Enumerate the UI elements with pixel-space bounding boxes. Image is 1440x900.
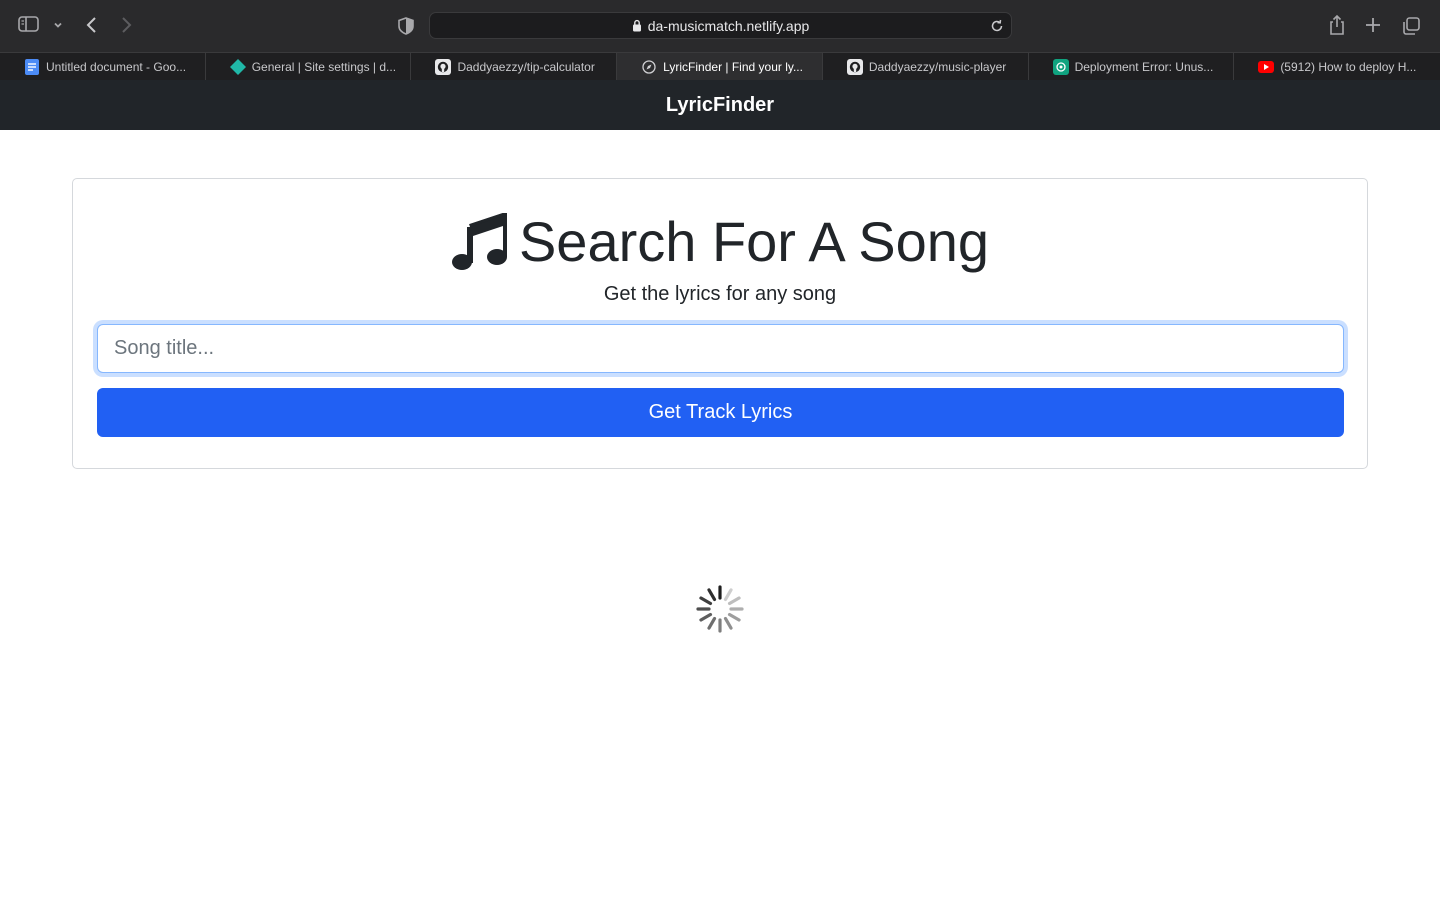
tab-chatgpt[interactable]: Deployment Error: Unus... (1029, 53, 1235, 81)
compass-icon (641, 59, 657, 75)
youtube-icon (1258, 59, 1275, 75)
page-subtitle: Get the lyrics for any song (603, 283, 837, 305)
spinner-spoke (699, 612, 713, 622)
tab-label: (5912) How to deploy H... (1280, 60, 1417, 74)
spinner-icon (696, 585, 744, 633)
tab-overview-icon[interactable] (1401, 16, 1421, 36)
lock-icon (632, 19, 642, 32)
get-track-lyrics-button[interactable]: Get Track Lyrics (97, 388, 1344, 437)
tab-label: Daddyaezzy/tip-calculator (457, 60, 595, 74)
spinner-spoke (707, 588, 717, 602)
netlify-icon (229, 59, 246, 75)
sidebar-toggle-icon[interactable] (18, 15, 40, 33)
music-note-icon (451, 212, 507, 271)
tab-label: Daddyaezzy/music-player (868, 60, 1007, 74)
share-icon[interactable] (1327, 14, 1347, 36)
tab-google-docs[interactable]: Untitled document - Goo... (0, 53, 206, 81)
google-docs-icon (24, 59, 40, 75)
url-text: da-musicmatch.netlify.app (647, 17, 810, 34)
spinner-spoke (727, 612, 741, 622)
tab-label: General | Site settings | d... (251, 60, 397, 74)
github-icon (435, 59, 452, 75)
tab-youtube[interactable]: (5912) How to deploy H... (1234, 53, 1440, 81)
openai-icon (1052, 59, 1069, 75)
new-tab-icon[interactable] (1364, 16, 1382, 34)
page-title: Search For A Song (73, 209, 1367, 274)
spinner-spoke (723, 588, 733, 602)
shield-icon[interactable] (397, 16, 415, 36)
reload-icon[interactable] (989, 18, 1005, 34)
page-title-text: Search For A Song (518, 210, 990, 273)
tab-strip: Untitled document - Goo... General | Sit… (0, 52, 1440, 81)
back-icon[interactable] (84, 15, 100, 35)
forward-icon[interactable] (118, 15, 134, 35)
tab-label: LyricFinder | Find your ly... (663, 60, 803, 74)
spinner-spoke (699, 596, 713, 606)
browser-toolbar: da-musicmatch.netlify.app (0, 0, 1440, 52)
tab-github-music-player[interactable]: Daddyaezzy/music-player (823, 53, 1029, 81)
tab-github-tip-calculator[interactable]: Daddyaezzy/tip-calculator (411, 53, 618, 81)
site-navbar: LyricFinder (0, 80, 1440, 130)
tab-label: Untitled document - Goo... (46, 60, 187, 74)
spinner-spoke (727, 596, 741, 606)
chevron-down-icon[interactable] (52, 19, 64, 31)
address-bar[interactable]: da-musicmatch.netlify.app (429, 12, 1012, 39)
github-icon (846, 59, 863, 75)
spinner-spoke (723, 616, 733, 630)
search-card: Search For A Song Get the lyrics for any… (72, 178, 1368, 469)
tab-netlify-settings[interactable]: General | Site settings | d... (206, 53, 412, 81)
tab-label: Deployment Error: Unus... (1074, 60, 1214, 74)
spinner-spoke (707, 616, 717, 630)
site-brand[interactable]: LyricFinder (666, 94, 774, 117)
song-title-input[interactable] (97, 324, 1344, 373)
tab-lyricfinder[interactable]: LyricFinder | Find your ly... (617, 53, 823, 81)
